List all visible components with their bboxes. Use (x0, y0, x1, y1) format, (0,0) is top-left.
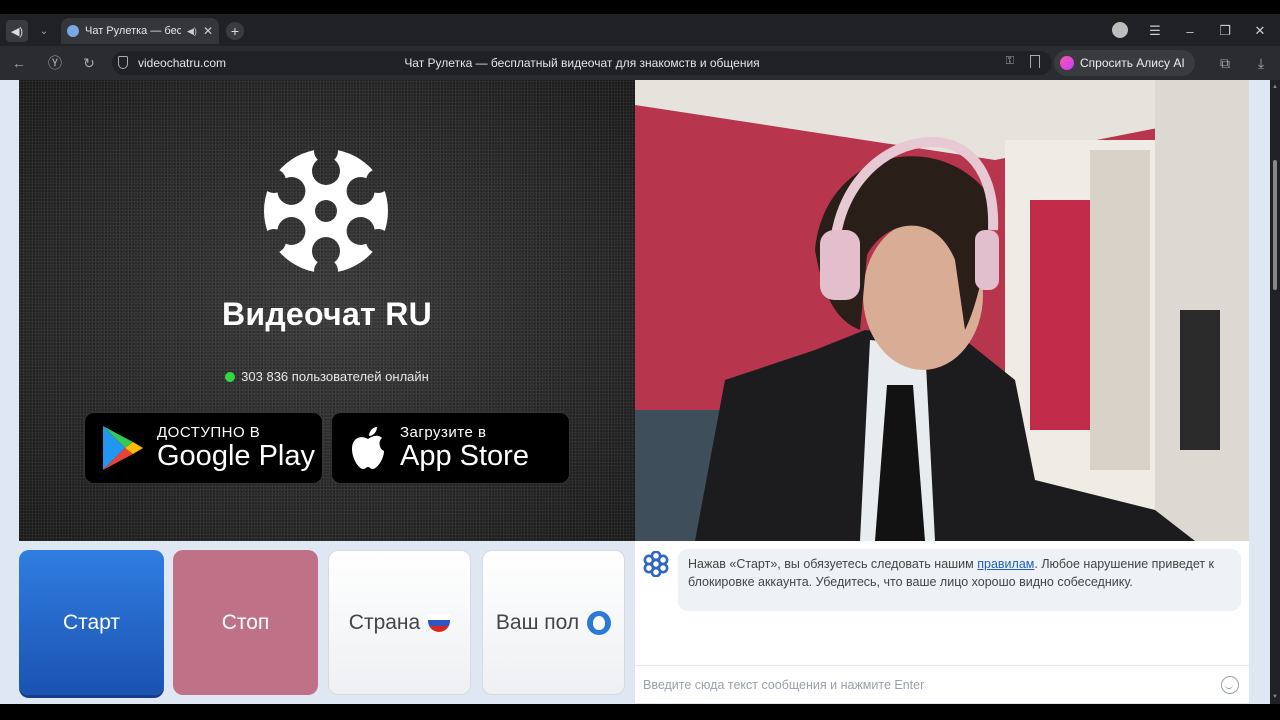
app-store-small: Загрузите в (400, 424, 487, 441)
country-label: Страна (348, 610, 421, 634)
page-title: Чат Рулетка — бесплатный видеочат для зн… (404, 56, 760, 70)
system-message: Нажав «Старт», вы обязуетесь следовать н… (678, 549, 1241, 611)
chevron-down-icon[interactable]: ⌄ (34, 22, 54, 40)
browser-tab[interactable]: Чат Рулетка — бесп ◀) ✕ (61, 18, 219, 44)
emoji-icon[interactable] (1221, 676, 1239, 694)
bot-avatar-icon (643, 551, 669, 577)
url-field[interactable]: videochatru.com Чат Рулетка — бесплатный… (112, 51, 1052, 75)
tab-title: Чат Рулетка — бесп (85, 25, 182, 37)
download-icon[interactable]: ⤓ (1252, 54, 1270, 72)
audio-playing-icon[interactable]: ◀) (187, 26, 197, 37)
partner-video-panel: Видеочат RU 303 836 пользователей онлайн… (19, 80, 635, 541)
profile-avatar-icon[interactable] (1112, 22, 1128, 38)
tab-bar: ◀) ⌄ Чат Рулетка — бесп ◀) ✕ + ☰ – ❐ ✕ (0, 14, 1280, 46)
online-status-icon (225, 371, 236, 382)
site-favicon-icon (67, 25, 79, 37)
online-count-text: 303 836 пользователей онлайн (241, 369, 429, 384)
scroll-up-icon[interactable]: ▲ (1272, 84, 1278, 90)
page-scrollbar[interactable]: ▲ ▼ (1270, 80, 1280, 704)
gender-button[interactable]: Ваш пол (482, 550, 625, 695)
yandex-icon[interactable]: Ⓨ (46, 54, 64, 72)
ask-alice-button[interactable]: Спросить Алису AI (1054, 50, 1195, 76)
close-window-icon[interactable]: ✕ (1250, 22, 1270, 40)
restore-icon[interactable]: ❐ (1215, 22, 1235, 40)
message-input[interactable] (643, 674, 1203, 696)
bookmark-icon[interactable] (1030, 55, 1040, 68)
new-tab-button[interactable]: + (226, 22, 244, 40)
google-play-icon (103, 426, 143, 470)
alice-icon (1060, 56, 1074, 70)
gender-label: Ваш пол (495, 610, 580, 634)
scroll-down-icon[interactable]: ▼ (1272, 694, 1278, 700)
translate-icon[interactable]: ⧉ (1216, 54, 1234, 72)
apple-icon (352, 427, 384, 469)
back-icon[interactable]: ← (10, 54, 28, 72)
country-button[interactable]: Страна (328, 550, 471, 695)
gender-icon (587, 610, 612, 635)
online-counter: 303 836 пользователей онлайн (19, 369, 635, 384)
russia-flag-icon (428, 613, 451, 632)
chat-panel: Нажав «Старт», вы обязуетесь следовать н… (635, 541, 1249, 703)
page-content: Видеочат RU 303 836 пользователей онлайн… (0, 80, 1270, 704)
own-webcam-video (635, 80, 1249, 541)
menu-icon[interactable]: ☰ (1145, 22, 1165, 40)
close-tab-icon[interactable]: ✕ (203, 24, 213, 38)
start-button[interactable]: Старт (19, 550, 164, 695)
key-icon[interactable]: ⚿ (1006, 55, 1014, 68)
google-play-big: Google Play (157, 440, 315, 472)
minimize-icon[interactable]: – (1180, 22, 1200, 40)
reload-icon[interactable]: ↻ (80, 54, 98, 72)
brand-name: Видеочат RU (221, 296, 433, 332)
speaker-icon[interactable]: ◀) (6, 20, 28, 42)
chat-input-bar (635, 665, 1249, 703)
alice-label: Спросить Алису AI (1080, 56, 1185, 70)
google-play-badge[interactable]: ДОСТУПНО В Google Play (84, 412, 323, 484)
app-store-big: App Store (400, 440, 529, 472)
app-store-badge[interactable]: Загрузите в App Store (331, 412, 570, 484)
stop-button[interactable]: Стоп (173, 550, 318, 695)
rules-link[interactable]: правилам (977, 557, 1034, 571)
google-play-small: ДОСТУПНО В (157, 424, 261, 441)
webcam-image (635, 80, 1249, 541)
scrollbar-thumb[interactable] (1273, 160, 1277, 290)
address-bar: ← Ⓨ ↻ videochatru.com Чат Рулетка — бесп… (0, 46, 1280, 80)
message-text-before: Нажав «Старт», вы обязуетесь следовать н… (688, 557, 978, 571)
revolver-logo-icon (256, 141, 396, 281)
